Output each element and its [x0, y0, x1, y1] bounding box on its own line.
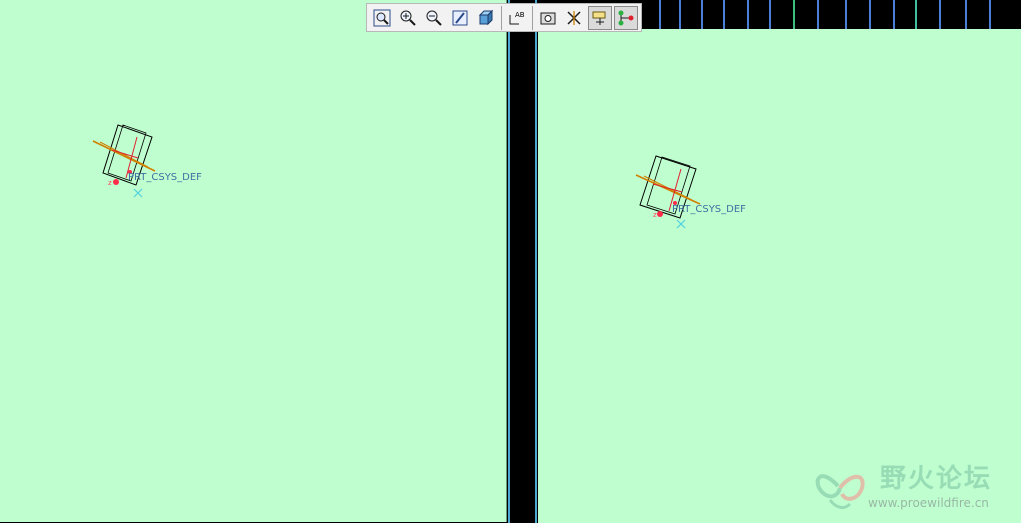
view-toolbar: AB [366, 3, 642, 32]
watermark-url: www.proewildfire.cn [868, 496, 989, 510]
model-tree-strip [649, 0, 1021, 29]
view-manager-icon [540, 12, 556, 24]
datum-plane-display-button[interactable] [562, 6, 586, 30]
datum-axis-display-icon [592, 11, 606, 25]
datum-plane-display-icon [567, 10, 581, 25]
annotation-display-button[interactable]: AB [505, 6, 529, 30]
shading-icon [478, 9, 494, 25]
annotation-display-icon: AB [509, 11, 525, 24]
repaint-button[interactable] [448, 6, 472, 30]
repaint-icon [452, 10, 468, 25]
view-manager-button[interactable] [536, 6, 560, 30]
zoom-in-icon [400, 10, 416, 26]
left-graphics-window[interactable]: z PRT_CSYS_DEF [0, 0, 507, 522]
zoom-in-button[interactable] [396, 6, 420, 30]
datum-point-display-button[interactable] [614, 5, 638, 30]
zoom-fit-button[interactable] [370, 6, 394, 30]
datum-point-display-icon [618, 10, 634, 25]
forum-watermark: 野火论坛 www.proewildfire.cn [810, 456, 1015, 516]
csys-label: PRT_CSYS_DEF [128, 172, 202, 183]
svg-text:AB: AB [515, 11, 525, 19]
watermark-title: 野火论坛 [880, 464, 993, 494]
svg-text:z: z [653, 211, 657, 219]
zoom-fit-icon [373, 9, 391, 26]
right-graphics-window[interactable]: z PRT_CSYS_DEF [538, 29, 1021, 523]
zoom-out-button[interactable] [422, 6, 446, 30]
pane-divider[interactable] [508, 0, 537, 523]
shading-button[interactable] [474, 6, 498, 30]
zoom-out-icon [426, 10, 442, 26]
butterfly-logo-icon [815, 474, 865, 509]
datum-axis-display-button[interactable] [588, 5, 612, 30]
right-model-view[interactable]: z [538, 29, 1021, 523]
csys-label: PRT_CSYS_DEF [672, 204, 746, 215]
left-model-view[interactable]: z [0, 0, 506, 522]
svg-text:z: z [108, 179, 112, 187]
